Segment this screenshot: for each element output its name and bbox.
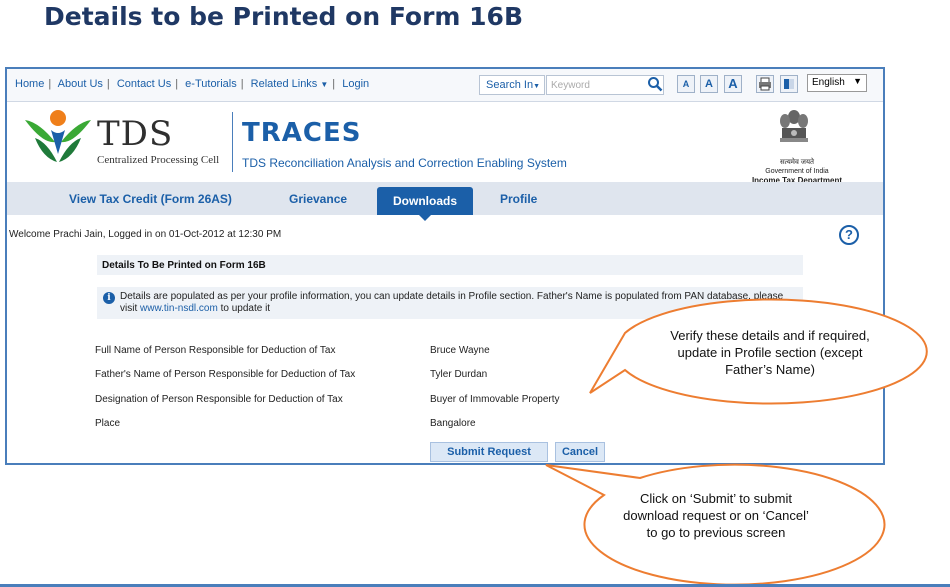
submit-callout-text: Click on ‘Submit’ to submit download req… <box>623 491 809 540</box>
verify-callout-text: Verify these details and if required, up… <box>670 328 870 377</box>
